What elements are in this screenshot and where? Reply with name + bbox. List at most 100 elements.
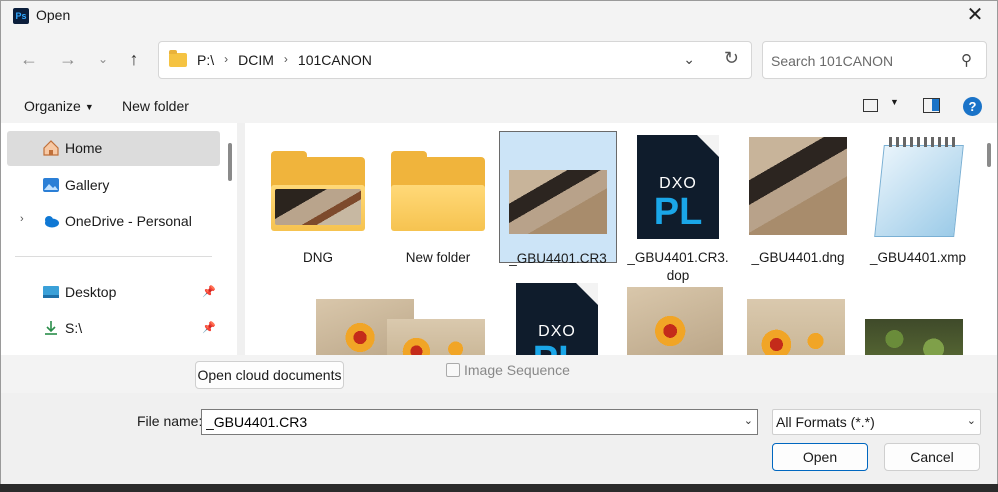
address-bar[interactable]: P:\ › DCIM › 101CANON ⌄ ↻ bbox=[158, 41, 752, 79]
image-sequence-option: Image Sequence bbox=[446, 362, 570, 378]
pin-icon[interactable]: 📌 bbox=[202, 321, 216, 334]
image-thumbnail bbox=[509, 170, 607, 234]
chevron-down-icon[interactable]: ⌄ bbox=[744, 414, 753, 427]
image-thumbnail[interactable] bbox=[865, 319, 963, 355]
folder-icon bbox=[271, 151, 365, 231]
folder-front bbox=[271, 185, 365, 231]
breadcrumb: P:\ › DCIM › 101CANON bbox=[197, 52, 372, 68]
breadcrumb-item[interactable]: 101CANON bbox=[298, 52, 372, 68]
photoshop-icon: Ps bbox=[13, 8, 29, 24]
dxo-photolab-icon: DXO PL bbox=[637, 135, 719, 239]
chevron-right-icon[interactable]: › bbox=[20, 213, 24, 225]
preview-pane-icon[interactable] bbox=[923, 98, 940, 113]
search-box: ⚲ bbox=[762, 41, 987, 79]
folder-front bbox=[391, 185, 485, 231]
file-name: _GBU4401.dng bbox=[751, 250, 845, 265]
file-type-value: All Formats (*.*) bbox=[776, 414, 875, 430]
sidebar-scrollbar[interactable] bbox=[228, 143, 232, 181]
file-name: _GBU4401.CR3 bbox=[509, 251, 607, 266]
sidebar-divider bbox=[15, 256, 212, 257]
notepad-pad bbox=[874, 145, 964, 237]
organize-label: Organize bbox=[24, 98, 81, 114]
navigation-bar: ← → ⌄ ↑ P:\ › DCIM › 101CANON ⌄ ↻ ⚲ bbox=[1, 39, 997, 81]
sidebar-item-label: S:\ bbox=[65, 320, 83, 336]
cancel-button[interactable]: Cancel bbox=[884, 443, 980, 471]
content-area: Home Gallery › OneDrive - Personal Deskt… bbox=[1, 123, 997, 355]
file-name-combo: ⌄ bbox=[201, 409, 758, 435]
file-name-input[interactable] bbox=[206, 413, 726, 431]
download-icon bbox=[45, 321, 57, 335]
sidebar-item-onedrive[interactable]: › OneDrive - Personal bbox=[7, 204, 220, 239]
file-item-dng-file[interactable]: _GBU4401.dng bbox=[739, 131, 857, 265]
refresh-icon[interactable]: ↻ bbox=[724, 48, 739, 69]
sidebar-item-home[interactable]: Home bbox=[7, 131, 220, 166]
sidebar-item-label: Home bbox=[65, 140, 103, 156]
navigation-pane: Home Gallery › OneDrive - Personal Deskt… bbox=[1, 123, 237, 355]
up-arrow-icon[interactable]: ↑ bbox=[123, 48, 145, 70]
background-taskbar bbox=[0, 484, 998, 492]
desktop-icon bbox=[43, 286, 59, 298]
image-thumbnail[interactable] bbox=[627, 287, 723, 355]
file-name: _GBU4401.xmp bbox=[869, 250, 967, 265]
chevron-down-icon: ⌄ bbox=[966, 415, 976, 427]
sidebar-item-desktop[interactable]: Desktop 📌 bbox=[7, 275, 220, 310]
breadcrumb-item[interactable]: DCIM bbox=[238, 52, 274, 68]
forward-arrow-icon[interactable]: → bbox=[57, 48, 79, 70]
breadcrumb-item[interactable]: P:\ bbox=[197, 52, 214, 68]
image-sequence-label: Image Sequence bbox=[464, 362, 570, 378]
cloud-icon bbox=[45, 216, 59, 228]
sidebar-item-gallery[interactable]: Gallery bbox=[7, 168, 220, 203]
view-icon[interactable] bbox=[863, 99, 878, 112]
image-thumbnail bbox=[749, 137, 847, 235]
help-icon[interactable]: ? bbox=[963, 97, 982, 116]
caret-down-icon: ▼ bbox=[84, 102, 94, 113]
organize-menu[interactable]: Organize ▼ bbox=[24, 98, 94, 114]
file-item-dop[interactable]: DXO PL _GBU4401.CR3.dop bbox=[619, 131, 737, 283]
notepad-icon bbox=[871, 137, 965, 241]
file-type-select[interactable]: All Formats (*.*) ⌄ bbox=[772, 409, 981, 435]
address-history-dropdown[interactable]: ⌄ bbox=[683, 51, 695, 68]
notepad-rings bbox=[889, 137, 955, 147]
open-button[interactable]: Open bbox=[772, 443, 868, 471]
sidebar-item-s-drive[interactable]: S:\ 📌 bbox=[7, 311, 220, 346]
image-sequence-checkbox[interactable] bbox=[446, 363, 460, 377]
open-cloud-documents-button[interactable]: Open cloud documents bbox=[195, 361, 344, 389]
chevron-down-icon[interactable]: ⌄ bbox=[92, 48, 114, 70]
file-item-new-folder[interactable]: New folder bbox=[379, 131, 497, 265]
open-dialog: Ps Open ✕ ← → ⌄ ↑ P:\ › DCIM › 101CANON … bbox=[0, 0, 998, 485]
file-item-cr3[interactable]: _GBU4401.CR3 bbox=[499, 131, 617, 266]
home-icon bbox=[43, 140, 59, 156]
file-item-dng[interactable]: DNG bbox=[259, 131, 377, 265]
search-icon[interactable]: ⚲ bbox=[961, 51, 972, 69]
sidebar-item-label: OneDrive - Personal bbox=[65, 213, 192, 229]
folder-icon bbox=[391, 151, 485, 231]
pane-splitter[interactable] bbox=[237, 123, 245, 355]
back-arrow-icon[interactable]: ← bbox=[18, 48, 40, 70]
dxo-logo-mark: PL bbox=[516, 339, 598, 355]
pin-icon[interactable]: 📌 bbox=[202, 285, 216, 298]
command-bar: Organize ▼ New folder ▼ ? bbox=[1, 93, 997, 121]
dxo-photolab-icon[interactable]: DXO PL bbox=[516, 283, 598, 355]
file-name: New folder bbox=[405, 250, 471, 265]
file-name-label: File name: bbox=[137, 413, 203, 429]
caret-down-icon[interactable]: ▼ bbox=[890, 97, 899, 107]
file-name: DNG bbox=[303, 250, 333, 265]
chevron-right-icon: › bbox=[224, 52, 229, 66]
dialog-title: Open bbox=[36, 7, 71, 23]
file-item-xmp[interactable]: _GBU4401.xmp bbox=[859, 131, 977, 265]
new-folder-button[interactable]: New folder bbox=[122, 98, 189, 114]
gallery-icon bbox=[43, 178, 59, 192]
chevron-right-icon: › bbox=[283, 52, 288, 66]
dialog-footer: Open cloud documents Image Sequence File… bbox=[1, 355, 997, 485]
close-icon[interactable]: ✕ bbox=[963, 3, 987, 27]
sidebar-item-label: Desktop bbox=[65, 284, 117, 300]
file-list-scrollbar[interactable] bbox=[987, 143, 991, 167]
file-name-area: File name: ⌄ All Formats (*.*) ⌄ Open Ca… bbox=[1, 393, 997, 485]
title-bar: Ps Open ✕ bbox=[1, 1, 997, 31]
image-thumbnail[interactable] bbox=[747, 299, 845, 355]
image-thumbnail[interactable] bbox=[387, 319, 485, 355]
search-input[interactable] bbox=[771, 51, 951, 71]
folder-icon bbox=[169, 50, 187, 67]
file-name: _GBU4401.CR3.dop bbox=[627, 250, 729, 283]
folder-preview bbox=[275, 189, 361, 225]
